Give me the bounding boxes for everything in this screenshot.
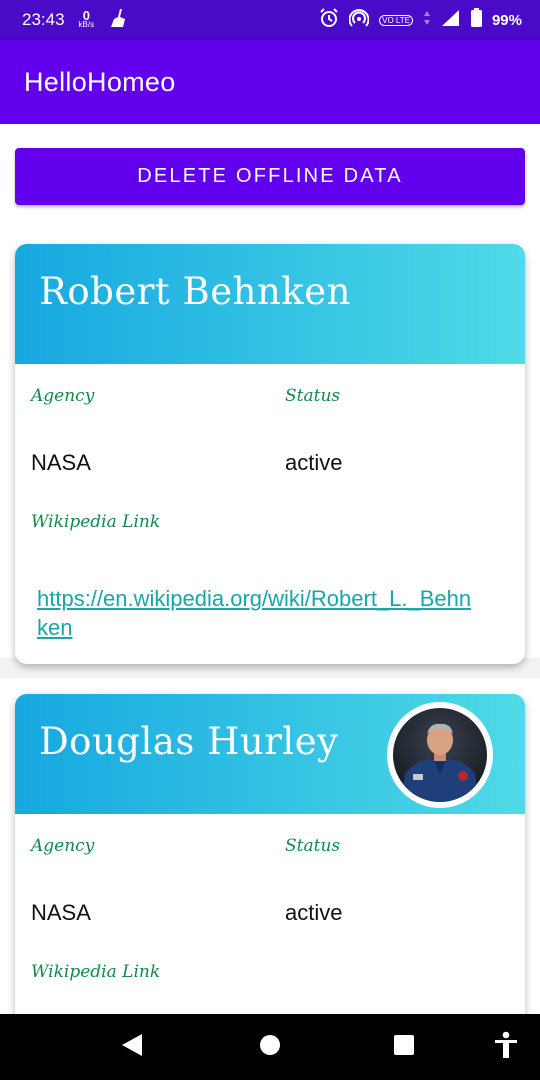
network-speed-unit: kB/s bbox=[78, 20, 95, 29]
agency-label: Agency bbox=[31, 836, 95, 856]
recents-icon bbox=[393, 1034, 415, 1061]
app-bar: HelloHomeo bbox=[0, 40, 540, 124]
battery-icon bbox=[470, 8, 482, 32]
card-header: Douglas Hurley bbox=[15, 694, 525, 814]
volte-icon: VO LTE bbox=[379, 14, 413, 26]
home-button[interactable] bbox=[250, 1014, 290, 1080]
accessibility-icon bbox=[494, 1031, 518, 1064]
wikipedia-link[interactable]: https://en.wikipedia.org/wiki/Robert_L._… bbox=[37, 584, 477, 642]
network-speed: 0 kB/s bbox=[78, 8, 95, 29]
signal-icon bbox=[441, 9, 461, 32]
data-arrows-icon bbox=[423, 10, 431, 31]
crew-avatar bbox=[387, 702, 493, 808]
status-label: Status bbox=[285, 386, 341, 406]
status-value: active bbox=[285, 900, 343, 925]
wikipedia-label: Wikipedia Link bbox=[31, 962, 161, 982]
crew-name: Robert Behnken bbox=[39, 270, 351, 313]
card-header: Robert Behnken bbox=[15, 244, 525, 364]
back-button[interactable] bbox=[112, 1014, 152, 1080]
app-title: HelloHomeo bbox=[24, 66, 176, 97]
network-speed-value: 0 bbox=[82, 8, 90, 23]
accessibility-button[interactable] bbox=[488, 1014, 524, 1080]
agency-value: NASA bbox=[31, 450, 91, 475]
status-label: Status bbox=[285, 836, 341, 856]
navigation-bar bbox=[0, 1014, 540, 1080]
hotspot-icon bbox=[348, 8, 370, 33]
recents-button[interactable] bbox=[384, 1014, 424, 1080]
status-value: active bbox=[285, 450, 343, 475]
back-icon bbox=[121, 1033, 143, 1062]
crew-list[interactable]: DELETE OFFLINE DATA Robert Behnken Agenc… bbox=[0, 124, 540, 1014]
crew-card[interactable]: Robert Behnken Agency Status NASA active… bbox=[15, 244, 525, 664]
agency-label: Agency bbox=[31, 386, 95, 406]
status-bar: 23:43 0 kB/s VO LTE 99% bbox=[0, 0, 540, 40]
crew-name: Douglas Hurley bbox=[39, 720, 339, 763]
cleaner-icon bbox=[108, 8, 130, 33]
wikipedia-label: Wikipedia Link bbox=[31, 512, 161, 532]
crew-card[interactable]: Douglas Hurley Agency Status NASA active… bbox=[15, 694, 525, 1014]
delete-offline-data-button[interactable]: DELETE OFFLINE DATA bbox=[15, 148, 525, 205]
agency-value: NASA bbox=[31, 900, 91, 925]
alarm-icon bbox=[319, 7, 339, 33]
astronaut-photo bbox=[393, 708, 487, 802]
home-icon bbox=[259, 1034, 281, 1061]
status-time: 23:43 bbox=[22, 10, 65, 29]
battery-percent: 99% bbox=[491, 11, 522, 29]
